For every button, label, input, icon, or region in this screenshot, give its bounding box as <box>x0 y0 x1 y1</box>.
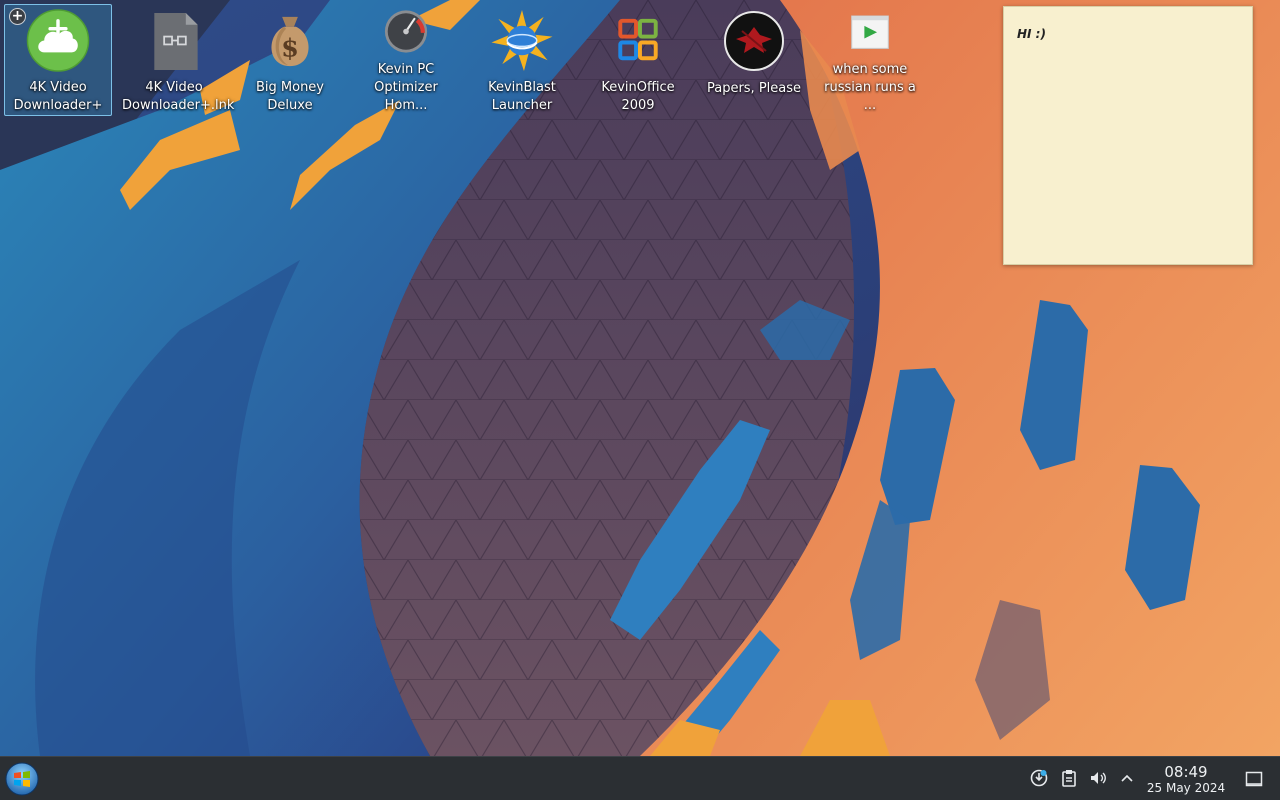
desktop-icon-kevinoffice-2009[interactable]: KevinOffice 2009 <box>584 4 692 116</box>
eagle-seal-icon <box>724 11 784 71</box>
desktop-icon-label: KevinBlast Launcher <box>488 80 556 113</box>
shortcut-file-icon <box>154 12 198 71</box>
desktop-icon-kevin-pc-optimizer[interactable]: Kevin PC Optimizer Hom... <box>352 4 460 116</box>
update-notifier-icon[interactable] <box>1029 768 1049 788</box>
desktop-icon-label: when some russian runs a ... <box>824 62 916 113</box>
digital-clock[interactable]: 08:49 25 May 2024 <box>1140 763 1232 796</box>
desktop-icon-4k-video-downloader[interactable]: + 4K Video Downloader+ <box>4 4 112 116</box>
speedometer-icon <box>384 10 428 53</box>
desktop-icon-kevinblast-launcher[interactable]: KevinBlast Launcher <box>468 4 576 116</box>
sticky-note-text[interactable]: HI :) <box>1017 27 1239 41</box>
desktop-icon-4k-video-downloader-lnk[interactable]: 4K Video Downloader+.lnk <box>120 4 235 116</box>
desktop-icon-label: Papers, Please <box>706 81 802 96</box>
taskbar: 08:49 25 May 2024 <box>0 756 1280 800</box>
clipboard-icon[interactable] <box>1059 768 1079 788</box>
clock-time: 08:49 <box>1164 763 1208 781</box>
desktop-icon-label: 4K Video Downloader+ <box>13 80 103 113</box>
desktop-icon-papers-please[interactable]: Papers, Please <box>700 4 808 116</box>
windows-orb-icon[interactable] <box>4 761 40 797</box>
desktop-icon-label: 4K Video Downloader+.lnk <box>122 80 235 113</box>
clock-date: 25 May 2024 <box>1146 781 1226 795</box>
add-to-selection-icon[interactable]: + <box>9 8 26 25</box>
chevron-up-icon[interactable] <box>1117 768 1137 788</box>
cloud-download-icon <box>26 9 90 72</box>
desktop-icon-label: Kevin PC Optimizer Hom... <box>374 62 438 113</box>
globe-star-icon <box>491 9 553 72</box>
desktop-icon-label: Big Money Deluxe <box>255 80 324 113</box>
svg-text:$: $ <box>281 33 299 63</box>
volume-muted-icon[interactable] <box>1088 768 1108 788</box>
desktop-icon-when-some-russian-video[interactable]: when some russian runs a ... <box>816 4 924 116</box>
office-logo-icon <box>618 18 658 61</box>
sticky-note-widget[interactable]: HI :) <box>1003 6 1253 265</box>
desktop-icon-label: KevinOffice 2009 <box>601 80 675 113</box>
desktop-icon-big-money-deluxe[interactable]: $ Big Money Deluxe <box>236 4 344 116</box>
show-desktop-icon[interactable] <box>1244 769 1264 789</box>
money-bag-icon: $ <box>271 16 309 67</box>
video-play-icon <box>851 15 889 49</box>
